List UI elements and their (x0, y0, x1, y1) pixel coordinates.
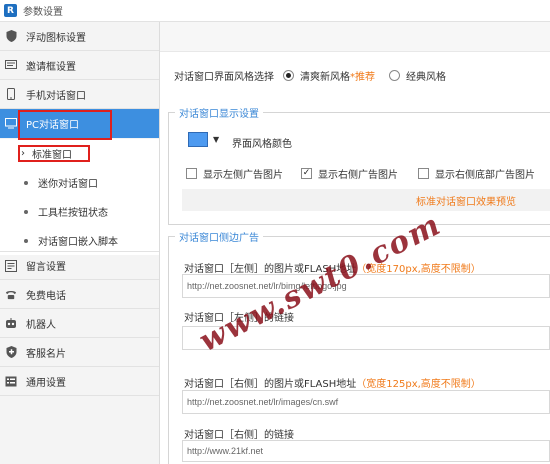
robot-icon (5, 317, 17, 329)
color-picker-swatch[interactable] (188, 132, 208, 147)
sub-item-label: 标准窗口 (32, 150, 72, 161)
checkbox-label: 显示左侧广告图片 (203, 170, 283, 181)
fresh-style-label: 清爽新风格 (300, 72, 350, 83)
classic-style-label: 经典风格 (406, 72, 446, 83)
sub-item-label: 对话窗口嵌入脚本 (38, 237, 118, 248)
chevron-right-icon: › (21, 148, 25, 159)
right-link-label: 对话窗口［右侧］的链接 (184, 430, 294, 441)
right-link-input[interactable]: http://www.21kf.net (182, 440, 550, 462)
checkbox[interactable] (186, 168, 197, 179)
sidebar-item-floating-icon[interactable]: 浮动图标设置 (0, 22, 159, 51)
app-logo-icon: R (4, 4, 17, 17)
sub-item-toolbar-state[interactable]: 工具栏按钮状态 (0, 197, 159, 226)
main-content: 对话窗口界面风格选择 清爽新风格 *推荐 经典风格 对话窗口显示设置 ▼ 界面风… (160, 22, 550, 464)
checkbox-right-ad[interactable]: ✓ 显示右侧广告图片 (301, 166, 398, 181)
sidebar-item-message[interactable]: 留言设置 (0, 251, 159, 280)
window-title: 参数设置 (23, 7, 63, 18)
sidebar-item-label: 浮动图标设置 (26, 32, 86, 44)
chat-box-icon (5, 59, 17, 71)
preview-link[interactable]: 标准对话窗口效果预览 (416, 193, 516, 208)
sidebar-item-general-settings[interactable]: 通用设置 (0, 367, 159, 396)
sidebar-item-label: 邀请框设置 (26, 61, 76, 73)
sidebar: 浮动图标设置 邀请框设置 手机对话窗口 PC对话窗口 › 标准窗口 迷你对话窗口… (0, 22, 160, 464)
display-settings-heading: 对话窗口显示设置 (175, 105, 263, 120)
shield-icon (5, 30, 17, 42)
bullet-icon (24, 180, 28, 185)
sidebar-item-pc-window[interactable]: PC对话窗口 (0, 109, 159, 138)
sidebar-item-robot[interactable]: 机器人 (0, 309, 159, 338)
side-ads-heading: 对话窗口侧边广告 (175, 229, 263, 244)
sidebar-item-invite-box[interactable]: 邀请框设置 (0, 51, 159, 80)
sidebar-item-label: 客服名片 (26, 348, 66, 360)
recommend-tag: *推荐 (350, 72, 375, 83)
style-label: 对话窗口界面风格选择 (174, 72, 274, 83)
right-image-label: 对话窗口［右侧］的图片或FLASH地址 (184, 379, 357, 390)
sidebar-item-mobile-window[interactable]: 手机对话窗口 (0, 80, 159, 109)
left-image-url-input[interactable]: http://net.zoosnet.net/lr/bimg/leftlogo.… (182, 274, 550, 298)
bullet-icon (24, 238, 28, 243)
color-label: 界面风格颜色 (232, 139, 292, 150)
sub-item-mini-window[interactable]: 迷你对话窗口 (0, 168, 159, 197)
left-link-input[interactable] (182, 326, 550, 350)
sidebar-item-label: 手机对话窗口 (26, 90, 86, 102)
right-image-label-row: 对话窗口［右侧］的图片或FLASH地址（宽度125px,高度不限制） (184, 375, 481, 390)
bullet-icon (24, 209, 28, 214)
radio-fresh-style[interactable] (283, 70, 294, 81)
sub-item-label: 迷你对话窗口 (38, 179, 98, 190)
sub-item-standard-window[interactable]: › 标准窗口 (0, 139, 159, 168)
left-image-label-row: 对话窗口［左侧］的图片或FLASH地址（宽度170px,高度不限制） (184, 260, 481, 275)
message-icon (5, 259, 17, 272)
sidebar-item-label: 通用设置 (26, 377, 66, 389)
monitor-icon (5, 118, 17, 130)
sidebar-item-label: 免费电话 (26, 290, 66, 302)
left-link-label: 对话窗口［左侧］的链接 (184, 313, 294, 324)
checkbox-label: 显示右侧底部广告图片 (435, 170, 535, 181)
sidebar-item-free-call[interactable]: 免费电话 (0, 280, 159, 309)
checkbox-checked[interactable]: ✓ (301, 168, 312, 179)
right-image-hint: （宽度125px,高度不限制） (356, 379, 481, 390)
right-image-url-input[interactable]: http://net.zoosnet.net/lr/images/cn.swf (182, 390, 550, 414)
top-strip (160, 22, 550, 52)
style-selector-row: 对话窗口界面风格选择 清爽新风格 *推荐 经典风格 (174, 68, 446, 83)
radio-classic-style[interactable] (389, 70, 400, 81)
checkbox-right-bottom-ad[interactable]: 显示右侧底部广告图片 (418, 166, 535, 181)
phone-icon (5, 88, 17, 100)
sidebar-item-label: 留言设置 (26, 262, 66, 273)
checkbox-left-ad[interactable]: 显示左侧广告图片 (186, 166, 283, 181)
title-bar: R 参数设置 (0, 0, 550, 22)
sidebar-item-service-card[interactable]: 客服名片 (0, 338, 159, 367)
sub-item-label: 工具栏按钮状态 (38, 208, 108, 219)
checkbox-label: 显示右侧广告图片 (318, 170, 398, 181)
card-icon (5, 346, 17, 358)
telephone-icon (5, 288, 17, 300)
checkbox[interactable] (418, 168, 429, 179)
sidebar-item-label: PC对话窗口 (26, 120, 80, 131)
caret-down-icon[interactable]: ▼ (213, 135, 219, 144)
settings-icon (5, 375, 17, 387)
preview-bar: 标准对话窗口效果预览 (182, 189, 550, 211)
sidebar-item-label: 机器人 (26, 319, 56, 331)
